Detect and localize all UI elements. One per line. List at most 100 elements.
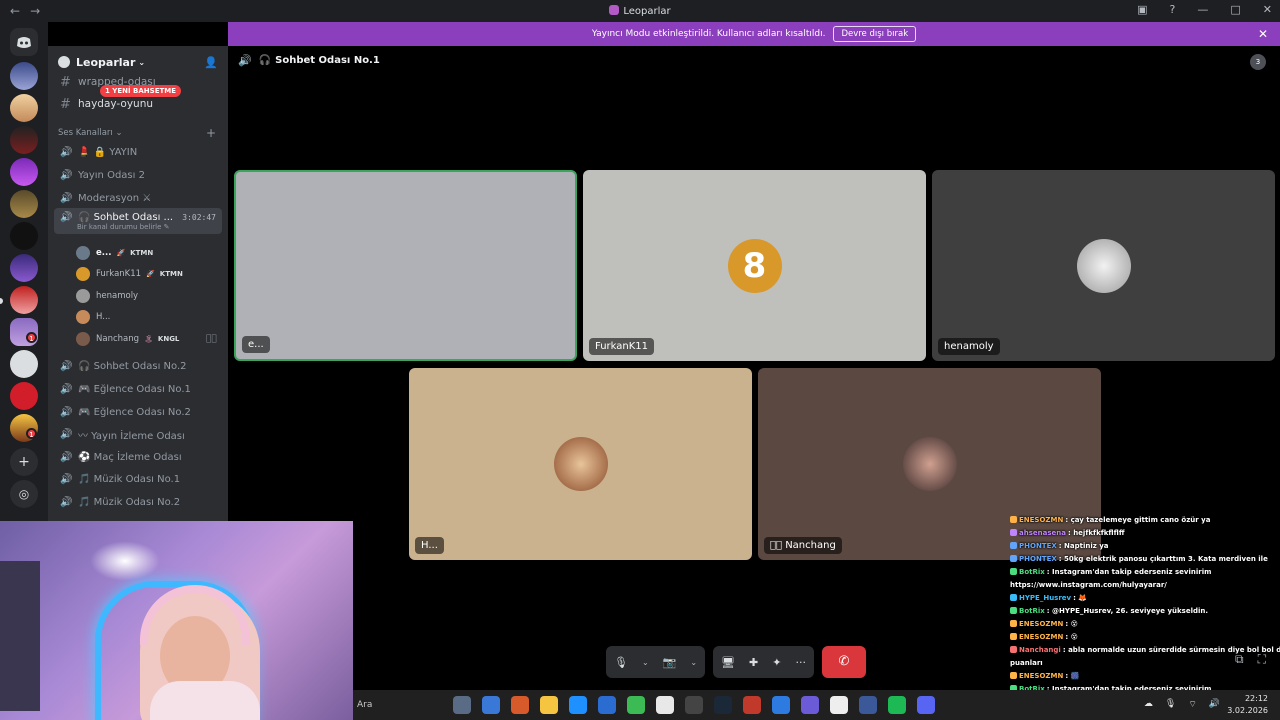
voice-member[interactable]: FurkanK11 🚀 KTMN	[76, 265, 183, 283]
channel-name: 🎧 Sohbet Odası ...	[78, 212, 174, 223]
clock[interactable]: 22:12 3.02.2026	[1227, 693, 1268, 717]
maximize-button[interactable]: □	[1230, 3, 1240, 16]
more-icon[interactable]: ···	[795, 656, 806, 669]
server-icon[interactable]	[10, 190, 38, 218]
avatar	[76, 310, 90, 324]
voice-member[interactable]: e... 🚀 KTMN	[76, 244, 153, 262]
taskbar-app-icon[interactable]	[569, 696, 587, 714]
voice-channel[interactable]: 🔊 Moderasyon ⚔	[54, 188, 222, 208]
mic-tray-icon[interactable]: 🎙	[1165, 699, 1176, 710]
rocket-icon: 🚀	[146, 270, 155, 278]
activity-group: 🖥 ✚ ✦ ···	[713, 646, 814, 678]
taskbar-app-icon[interactable]	[859, 696, 877, 714]
invite-user-icon[interactable]: 👤	[204, 56, 218, 69]
taskbar-app-icon[interactable]	[598, 696, 616, 714]
taskbar-app-icon[interactable]	[830, 696, 848, 714]
server-icon[interactable]	[10, 286, 38, 314]
close-button[interactable]: ✕	[1263, 3, 1272, 16]
cloud-icon[interactable]: ☁	[1144, 699, 1153, 710]
video-tile[interactable]: H...	[409, 368, 752, 560]
voice-channel[interactable]: 🔊 🎵 Müzik Odası No.2	[54, 492, 222, 512]
voice-member[interactable]: H...	[76, 308, 110, 326]
taskbar-app-icon[interactable]	[772, 696, 790, 714]
channel-name: 〰 Yayın İzleme Odası	[78, 430, 185, 442]
voice-member[interactable]: henamoly	[76, 287, 138, 305]
chat-message: abla normalde uzun sürerdide sürmesin di…	[1068, 646, 1280, 654]
taskbar-app-icon[interactable]	[656, 696, 674, 714]
taskbar-app-icon[interactable]	[685, 696, 703, 714]
help-icon[interactable]: ?	[1170, 3, 1176, 16]
category-label: Ses Kanalları	[58, 128, 113, 138]
server-icon[interactable]	[10, 62, 38, 90]
channel-status[interactable]: Bir kanal durumu belirle ✎	[77, 223, 170, 231]
chat-line: BotRix: @HYPE_Husrev, 26. seviyeye yükse…	[1010, 605, 1280, 618]
inbox-icon[interactable]: ▣	[1137, 3, 1147, 16]
voice-channel[interactable]: 🔊 ⚽ Maç İzleme Odası	[54, 447, 222, 467]
voice-channel[interactable]: 🔊 Yayın Odası 2	[54, 165, 222, 185]
taskbar-app-icon[interactable]	[453, 696, 471, 714]
camera-off-icon[interactable]: 📷	[663, 656, 677, 669]
close-icon[interactable]: ✕	[1258, 27, 1268, 41]
taskbar-app-icon[interactable]	[801, 696, 819, 714]
taskbar-app-icon[interactable]	[511, 696, 529, 714]
discover-icon[interactable]: ◎	[10, 480, 38, 508]
video-tile[interactable]: e...	[234, 170, 577, 361]
minimize-button[interactable]: —	[1197, 3, 1208, 16]
taskbar-app-icon[interactable]	[627, 696, 645, 714]
channel-name: Yayın Odası 2	[78, 169, 145, 181]
microphone-icon[interactable]: 🎙	[614, 656, 628, 669]
chevron-down-icon[interactable]: ⌄	[690, 658, 697, 667]
chevron-down-icon[interactable]: ⌄	[642, 658, 649, 667]
wifi-icon[interactable]: ⌔	[1188, 699, 1196, 710]
avatar: 8	[727, 238, 782, 293]
taskbar-app-icon[interactable]	[714, 696, 732, 714]
video-tile[interactable]: henamoly	[932, 170, 1275, 361]
chat-line: ENESOZMN: 🎆	[1010, 670, 1280, 683]
chat-badge-icon	[1010, 568, 1017, 575]
server-icon[interactable]	[10, 126, 38, 154]
forward-arrow-icon[interactable]: →	[30, 4, 40, 18]
taskbar-app-icon[interactable]	[917, 696, 935, 714]
voice-channel[interactable]: 🔊 💄 🔒 YAYIN	[54, 142, 222, 162]
chat-line: https://www.instagram.com/hulyayarar/	[1010, 579, 1280, 592]
tile-name-label: henamoly	[938, 338, 1000, 355]
server-icon[interactable]	[10, 350, 38, 378]
volume-icon[interactable]: 🔊	[1209, 699, 1220, 710]
voice-channel[interactable]: 🔊 〰 Yayın İzleme Odası	[54, 424, 222, 444]
chat-line: puanları	[1010, 657, 1280, 670]
add-channel-icon[interactable]: +	[206, 126, 216, 140]
video-tile[interactable]: 8 FurkanK11	[583, 170, 926, 361]
voice-category[interactable]: Ses Kanalları ⌄ +	[58, 126, 218, 140]
server-icon[interactable]	[10, 382, 38, 410]
server-icon[interactable]	[10, 222, 38, 250]
disconnect-button[interactable]: ✆	[821, 646, 866, 678]
voice-channel[interactable]: 🔊 🎮 Eğlence Odası No.1	[54, 379, 222, 399]
speaker-icon: 🔊	[60, 383, 73, 395]
server-icon[interactable]	[10, 158, 38, 186]
taskbar-app-icon[interactable]	[540, 696, 558, 714]
soundboard-icon[interactable]: ✦	[772, 656, 781, 669]
screen-share-icon[interactable]: 🖥	[721, 656, 735, 669]
member-tag: KTMN	[130, 249, 154, 257]
people-count-icon[interactable]: 3	[1250, 54, 1266, 70]
back-arrow-icon[interactable]: ←	[10, 4, 20, 18]
taskbar-app-icon[interactable]	[743, 696, 761, 714]
voice-channel[interactable]: 🔊 🎵 Müzik Odası No.1	[54, 469, 222, 489]
taskbar-search[interactable]: Ara	[357, 700, 457, 710]
discord-home-icon[interactable]	[10, 28, 38, 56]
server-icon[interactable]	[10, 94, 38, 122]
mention-badge[interactable]: 1 YENİ BAHSETME	[100, 85, 182, 97]
voice-channel[interactable]: 🔊 🎮 Eğlence Odası No.2	[54, 402, 222, 422]
taskbar-app-icon[interactable]	[482, 696, 500, 714]
voice-member[interactable]: Nanchang 🏝 KNGL 🎙⃠	[76, 330, 217, 348]
voice-channel[interactable]: 🔊 🎧 Sohbet Odası No.2	[54, 356, 222, 376]
server-badge: 1	[26, 332, 37, 343]
text-channel[interactable]: # hayday-oyunu	[54, 94, 222, 114]
voice-channel-active[interactable]: 🔊 🎧 Sohbet Odası ... 3:02:47 Bir kanal d…	[54, 208, 222, 234]
speaker-icon: 🔊	[60, 406, 73, 418]
disable-streamer-mode-button[interactable]: Devre dışı bırak	[833, 26, 917, 42]
activities-icon[interactable]: ✚	[749, 656, 758, 669]
taskbar-app-icon[interactable]	[888, 696, 906, 714]
add-server-icon[interactable]: +	[10, 448, 38, 476]
server-icon[interactable]	[10, 254, 38, 282]
